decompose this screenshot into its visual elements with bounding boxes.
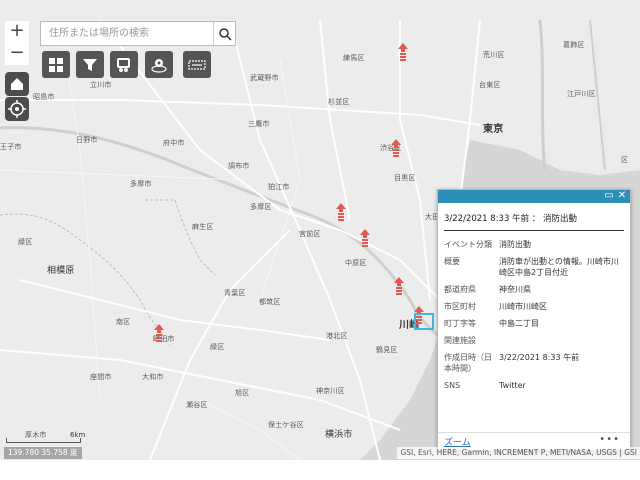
place-label: 目黒区 — [394, 174, 416, 182]
place-label: 昭島市 — [33, 93, 55, 101]
fire-event-marker[interactable] — [390, 139, 402, 157]
fire-event-marker[interactable] — [335, 203, 347, 221]
close-icon[interactable]: ✕ — [617, 191, 627, 201]
place-label: 立川市 — [90, 81, 112, 89]
popup-attribute-row: SNS Twitter — [444, 380, 624, 391]
place-label: 武蔵野市 — [250, 74, 279, 82]
popup-attribute-row: 町丁字等 中島二丁目 — [444, 318, 624, 329]
place-label: 旭区 — [235, 389, 250, 397]
place-label: 座間市 — [90, 373, 112, 381]
search-button[interactable] — [213, 22, 235, 45]
place-label: 葛飾区 — [563, 41, 585, 49]
attribute-value — [499, 335, 624, 346]
popup-attribute-row: 関連施設 — [444, 335, 624, 346]
locate-button[interactable] — [5, 97, 29, 121]
maximize-icon[interactable]: ▭ — [604, 191, 614, 201]
attribute-value: 川崎市川崎区 — [499, 302, 547, 311]
place-label: 狛江市 — [268, 183, 290, 191]
fire-event-marker[interactable] — [359, 229, 371, 247]
place-label: 宮前区 — [299, 230, 321, 238]
place-label: 中原区 — [345, 259, 367, 267]
zoom-in-button[interactable]: + — [5, 21, 29, 43]
place-label: 大和市 — [142, 373, 164, 381]
place-label: 荒川区 — [483, 51, 505, 59]
place-label: 府中市 — [163, 139, 185, 147]
search-input[interactable] — [41, 22, 213, 45]
place-label: 調布市 — [228, 162, 250, 170]
fire-event-marker[interactable] — [393, 277, 405, 295]
place-label: 台東区 — [479, 81, 501, 89]
search-icon — [218, 27, 232, 41]
filter-icon — [83, 58, 97, 71]
layers-icon — [117, 57, 130, 72]
place-label: 青葉区 — [224, 289, 246, 297]
attribute-value: 消防車が出動との情報。川崎市川崎区中島2丁目付近 — [499, 257, 619, 277]
place-label: 多摩区 — [250, 203, 272, 211]
measure-button[interactable] — [183, 51, 211, 78]
home-button[interactable] — [5, 72, 29, 96]
place-label: 王子市 — [0, 143, 22, 151]
selected-feature-highlight — [414, 313, 434, 330]
popup-header: ▭ ✕ — [438, 190, 630, 203]
more-options-button[interactable]: ••• — [599, 434, 620, 445]
attribute-key: 作成日時（日本時間） — [444, 353, 492, 373]
place-label: 三鷹市 — [248, 120, 270, 128]
place-label: 都筑区 — [259, 298, 281, 306]
attribute-value: Twitter — [499, 381, 526, 390]
place-label: 江戸川区 — [567, 90, 596, 98]
place-label: 緑区 — [18, 238, 33, 246]
fire-event-marker[interactable] — [153, 324, 165, 342]
layer-list-button[interactable] — [110, 51, 138, 78]
place-label: 緑区 — [210, 343, 225, 351]
place-label: 多摩市 — [130, 180, 152, 188]
attribute-value: 3/22/2021 8:33 午前 — [499, 353, 580, 362]
place-label: 東京 — [483, 124, 504, 135]
attribute-key: イベント分類 — [444, 240, 492, 249]
place-label: 相模原 — [47, 266, 75, 276]
place-label: 横浜市 — [325, 430, 353, 440]
measure-icon — [188, 59, 206, 70]
home-icon — [11, 78, 23, 90]
place-label: 保土ケ谷区 — [268, 421, 304, 429]
attribute-key: 都道府県 — [444, 285, 476, 294]
feature-popup: ▭ ✕ 3/22/2021 8:33 午前 ： 消防出動 イベント分類 消防出動概… — [437, 189, 631, 451]
coordinate-readout: 139.780 35.758 度 — [4, 447, 82, 459]
basemap-gallery-button[interactable] — [42, 51, 70, 78]
popup-title: 3/22/2021 8:33 午前 ： 消防出動 — [444, 212, 624, 231]
fire-event-marker[interactable] — [397, 43, 409, 61]
grid-icon — [49, 57, 63, 72]
place-label: 瀬谷区 — [186, 401, 208, 409]
zoom-out-button[interactable]: − — [5, 43, 29, 65]
map-pin-icon — [151, 58, 167, 73]
search-box — [40, 21, 236, 46]
popup-attribute-row: 市区町村 川崎市川崎区 — [444, 301, 624, 312]
popup-attribute-row: イベント分類 消防出動 — [444, 239, 624, 250]
place-label: 杉並区 — [328, 98, 350, 106]
attribute-key: 概要 — [444, 257, 460, 266]
popup-attribute-row: 作成日時（日本時間） 3/22/2021 8:33 午前 — [444, 352, 624, 374]
place-label: 神奈川区 — [316, 387, 345, 395]
scale-label: 6km — [70, 431, 86, 439]
popup-attributes: イベント分類 消防出動 概要 消防車が出動との情報。川崎市川崎区中島2丁目付近 都道府県… — [444, 239, 624, 427]
location-tool-button[interactable] — [145, 51, 173, 78]
place-label: 南区 — [116, 318, 131, 326]
place-label: 港北区 — [326, 332, 348, 340]
attribute-key: 町丁字等 — [444, 319, 476, 328]
attribute-value: 消防出動 — [499, 240, 531, 249]
place-label: 区 — [621, 156, 629, 164]
popup-attribute-row: 都道府県 神奈川県 — [444, 284, 624, 295]
place-label: 日野市 — [76, 136, 98, 144]
place-label: 麻生区 — [192, 223, 214, 231]
attribute-value: 神奈川県 — [499, 285, 531, 294]
place-label: 鶴見区 — [376, 346, 398, 354]
attribute-value: 中島二丁目 — [499, 319, 539, 328]
attribute-key: SNS — [444, 381, 461, 390]
attribute-key: 市区町村 — [444, 302, 476, 311]
filter-button[interactable] — [76, 51, 104, 78]
popup-attribute-row: 概要 消防車が出動との情報。川崎市川崎区中島2丁目付近 — [444, 256, 624, 278]
place-label: 練馬区 — [343, 54, 365, 62]
locate-icon — [8, 100, 26, 118]
attribution: GSI, Esri, HERE, Garmin, INCREMENT P, ME… — [397, 447, 640, 459]
attribute-key: 関連施設 — [444, 336, 476, 345]
